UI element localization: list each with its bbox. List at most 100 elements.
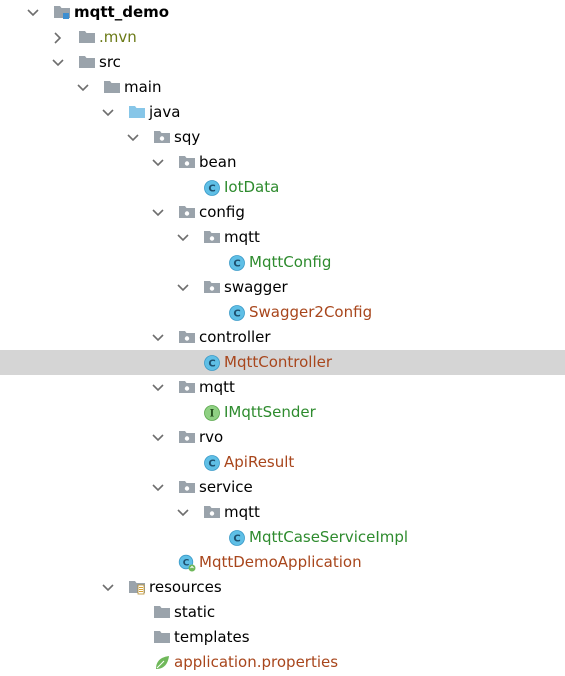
package-icon (202, 500, 222, 525)
tree-item-label: service (199, 478, 253, 496)
tree-item-label: java (149, 103, 181, 121)
tree-item-label: src (99, 53, 121, 71)
package-icon (177, 325, 197, 350)
tree-row[interactable]: application.properties (0, 650, 565, 675)
folder-icon (152, 600, 172, 625)
tree-row[interactable]: config (0, 200, 565, 225)
tree-row[interactable]: bean (0, 150, 565, 175)
package-icon (177, 200, 197, 225)
chevron-down-icon[interactable] (173, 500, 193, 525)
package-icon (177, 425, 197, 450)
chevron-down-icon[interactable] (173, 225, 193, 250)
tree-item-label: controller (199, 328, 271, 346)
chevron-down-icon[interactable] (123, 125, 143, 150)
folder-icon (152, 625, 172, 650)
tree-row[interactable]: swagger (0, 275, 565, 300)
chevron-down-icon[interactable] (148, 150, 168, 175)
svg-text:C: C (233, 534, 240, 545)
chevron-down-icon[interactable] (73, 75, 93, 100)
tree-item-label: mqtt (224, 503, 260, 521)
spring-boot-class-icon: C (177, 550, 197, 575)
tree-row[interactable]: C MqttConfig (0, 250, 565, 275)
tree-row[interactable]: mqtt (0, 225, 565, 250)
tree-row[interactable]: mqtt (0, 500, 565, 525)
svg-text:I: I (210, 409, 215, 420)
package-icon (177, 375, 197, 400)
chevron-right-icon[interactable] (48, 25, 68, 50)
chevron-down-icon[interactable] (98, 100, 118, 125)
tree-row[interactable]: C MqttDemoApplication (0, 550, 565, 575)
tree-row[interactable]: C ApiResult (0, 450, 565, 475)
chevron-down-icon[interactable] (148, 325, 168, 350)
chevron-down-icon[interactable] (148, 375, 168, 400)
tree-item-label: resources (149, 578, 222, 596)
tree-row[interactable]: main (0, 75, 565, 100)
tree-row[interactable]: rvo (0, 425, 565, 450)
tree-row[interactable]: static (0, 600, 565, 625)
tree-item-label: application.properties (174, 653, 339, 671)
tree-row[interactable]: C IotData (0, 175, 565, 200)
svg-text:C: C (233, 259, 240, 270)
folder-icon (77, 50, 97, 75)
svg-text:C: C (183, 559, 190, 569)
module-icon (52, 0, 72, 25)
chevron-down-icon[interactable] (173, 275, 193, 300)
tree-row[interactable]: mqtt_demo (0, 0, 565, 25)
tree-item-label: MqttDemoApplication (199, 553, 362, 571)
tree-row[interactable]: src (0, 50, 565, 75)
class-icon: C (227, 525, 247, 550)
tree-row[interactable]: sqy (0, 125, 565, 150)
tree-item-label: sqy (174, 128, 201, 146)
tree-item-label: MqttController (224, 353, 333, 371)
svg-text:C: C (208, 184, 215, 195)
class-icon: C (202, 350, 222, 375)
tree-row[interactable]: mqtt (0, 375, 565, 400)
chevron-down-icon[interactable] (148, 425, 168, 450)
tree-row[interactable]: resources (0, 575, 565, 600)
tree-item-label: mqtt_demo (74, 3, 170, 21)
package-icon (202, 275, 222, 300)
spring-properties-icon (152, 650, 172, 675)
chevron-down-icon[interactable] (98, 575, 118, 600)
tree-item-label: bean (199, 153, 237, 171)
chevron-down-icon[interactable] (148, 475, 168, 500)
tree-item-label: IMqttSender (224, 403, 316, 421)
package-icon (202, 225, 222, 250)
chevron-down-icon[interactable] (23, 0, 43, 25)
tree-row[interactable]: .mvn (0, 25, 565, 50)
tree-item-label: IotData (224, 178, 280, 196)
package-icon (177, 150, 197, 175)
interface-icon: I (202, 400, 222, 425)
tree-item-label: .mvn (99, 28, 137, 46)
svg-text:C: C (208, 459, 215, 470)
tree-item-label: MqttCaseServiceImpl (249, 528, 409, 546)
chevron-down-icon[interactable] (48, 50, 68, 75)
tree-item-label: rvo (199, 428, 224, 446)
tree-item-label: config (199, 203, 245, 221)
folder-icon (77, 25, 97, 50)
tree-item-label: main (124, 78, 162, 96)
source-folder-icon (127, 100, 147, 125)
tree-row[interactable]: C Swagger2Config (0, 300, 565, 325)
tree-row[interactable]: controller (0, 325, 565, 350)
tree-item-label: ApiResult (224, 453, 295, 471)
resources-folder-icon (127, 575, 147, 600)
tree-item-label: mqtt (199, 378, 235, 396)
tree-row[interactable]: templates (0, 625, 565, 650)
tree-row[interactable]: C MqttController (0, 350, 565, 375)
class-icon: C (227, 300, 247, 325)
tree-row[interactable]: service (0, 475, 565, 500)
package-icon (177, 475, 197, 500)
tree-row[interactable]: java (0, 100, 565, 125)
tree-row[interactable]: I IMqttSender (0, 400, 565, 425)
tree-row[interactable]: C MqttCaseServiceImpl (0, 525, 565, 550)
svg-text:C: C (208, 359, 215, 370)
project-tree: mqtt_demo .mvn src main java sqy bean C IotData c… (0, 0, 565, 676)
class-icon: C (202, 450, 222, 475)
tree-item-label: templates (174, 628, 250, 646)
tree-item-label: swagger (224, 278, 288, 296)
chevron-down-icon[interactable] (148, 200, 168, 225)
class-icon: C (227, 250, 247, 275)
tree-item-label: MqttConfig (249, 253, 332, 271)
svg-text:C: C (233, 309, 240, 320)
